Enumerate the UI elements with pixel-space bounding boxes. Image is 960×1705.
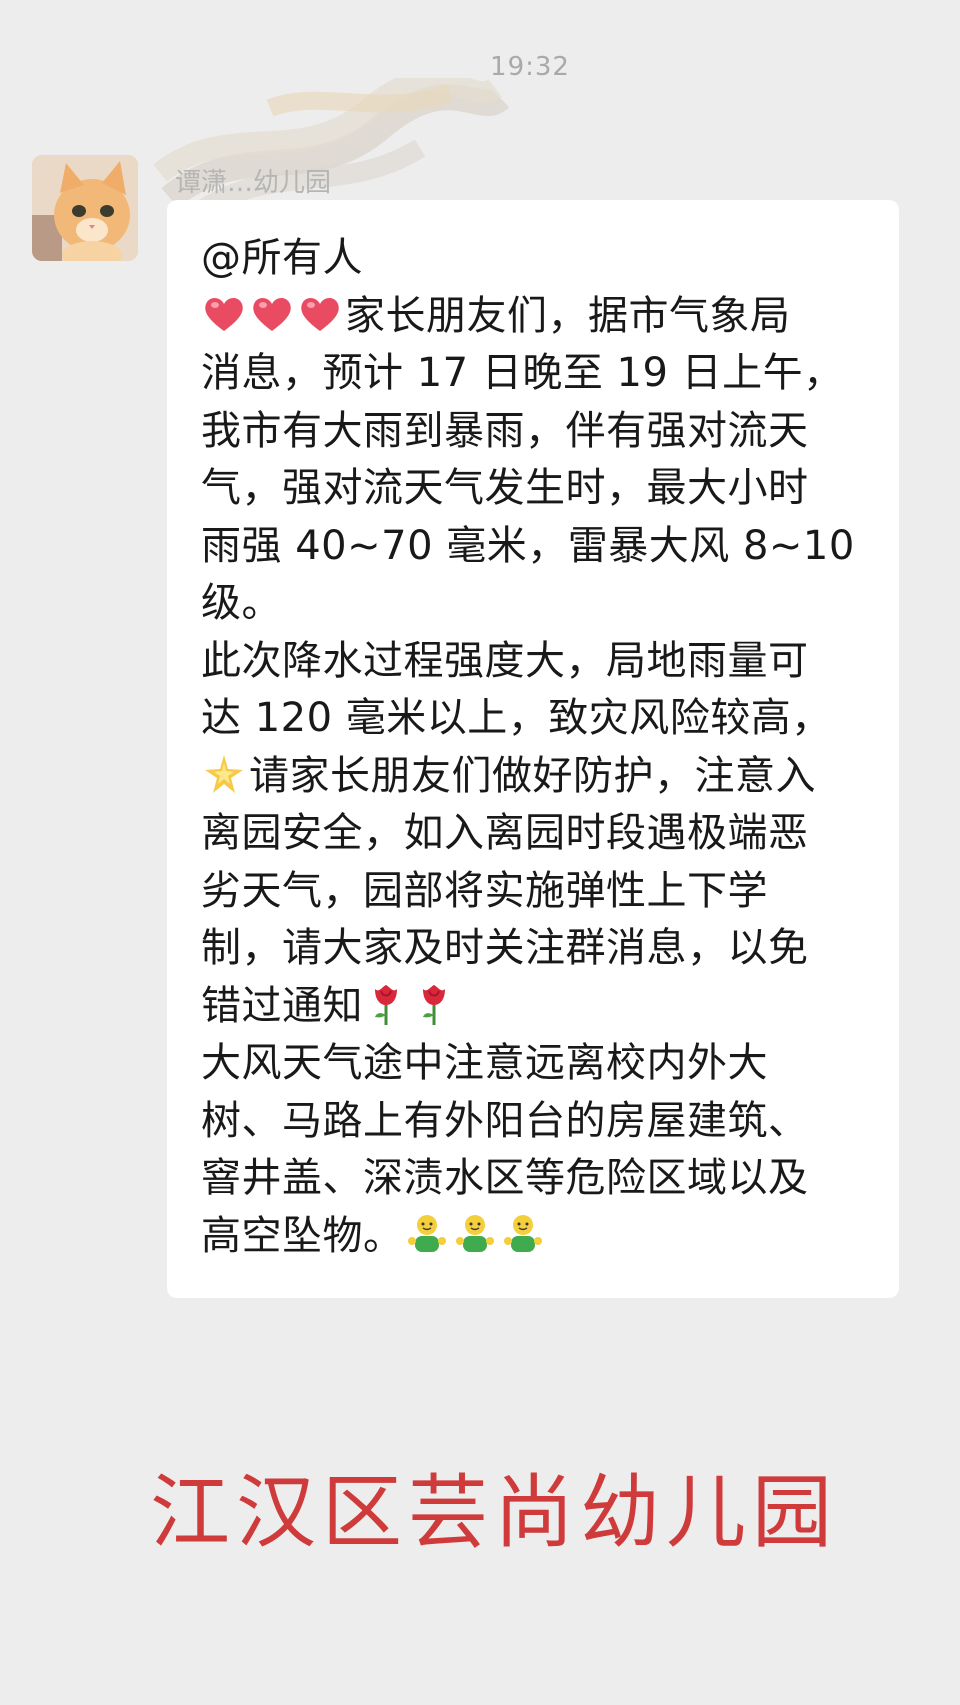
message-text: 家长朋友们，据市气象局 bbox=[345, 292, 791, 339]
message-bubble[interactable]: @所有人 家长朋友们，据市气象局 消息，预计 17 日晚至 19 日上午， 我市… bbox=[167, 200, 899, 1298]
chat-screen: 19:32 谭潇…幼儿园 @所有人 家长朋友们，据市气象局 消息，预计 17 日… bbox=[0, 0, 960, 1705]
waving-person-icon bbox=[407, 1214, 446, 1252]
heart-icon bbox=[253, 297, 291, 331]
message-text: 请家长朋友们做好防护，注意入 bbox=[249, 752, 816, 799]
message-line: 窨井盖、深渍水区等危险区域以及 bbox=[201, 1155, 809, 1201]
rose-icon bbox=[423, 984, 445, 1025]
heart-icon bbox=[205, 297, 243, 331]
message-line: 消息，预计 17 日晚至 19 日上午， bbox=[201, 350, 844, 396]
message-line: 制，请大家及时关注群消息，以免 bbox=[201, 925, 809, 971]
message-line: 请家长朋友们做好防护，注意入 bbox=[201, 748, 869, 806]
message-line: 树、马路上有外阳台的房屋建筑、 bbox=[201, 1097, 809, 1144]
message-line: 家长朋友们，据市气象局 bbox=[201, 288, 869, 346]
rose-icon bbox=[375, 984, 397, 1025]
message-text: 错过通知 bbox=[201, 982, 363, 1029]
message-line: 气，强对流天气发生时，最大小时 bbox=[201, 465, 809, 511]
waving-person-icon bbox=[455, 1214, 494, 1252]
message-line: 大风天气途中注意远离校内外大 bbox=[201, 1040, 768, 1086]
kindergarten-watermark: 江汉区芸尚幼儿园 bbox=[150, 1466, 838, 1559]
message-line: 级。 bbox=[201, 580, 282, 626]
heart-icon bbox=[301, 297, 339, 331]
sender-avatar[interactable] bbox=[32, 155, 138, 261]
waving-person-icon bbox=[503, 1214, 542, 1252]
sparkle-icon bbox=[205, 754, 243, 793]
message-line: 劣天气，园部将实施弹性上下学 bbox=[201, 867, 768, 914]
message-text: 高空坠物。 bbox=[201, 1212, 404, 1259]
message-line: 高空坠物。 bbox=[201, 1208, 869, 1266]
message-line: 错过通知 bbox=[201, 978, 869, 1036]
cat-avatar-icon bbox=[32, 155, 138, 261]
message-line: 离园安全，如入离园时段遇极端恶 bbox=[201, 810, 809, 856]
message-line: 雨强 40~70 毫米，雷暴大风 8~10 bbox=[201, 522, 855, 569]
sender-name: 谭潇…幼儿园 bbox=[175, 168, 332, 198]
mention-all[interactable]: @所有人 bbox=[201, 230, 869, 288]
message-line: 我市有大雨到暴雨，伴有强对流天 bbox=[201, 407, 809, 454]
message-line: 达 120 毫米以上，致灾风险较高， bbox=[201, 695, 832, 741]
message-line: 此次降水过程强度大，局地雨量可 bbox=[201, 637, 809, 684]
